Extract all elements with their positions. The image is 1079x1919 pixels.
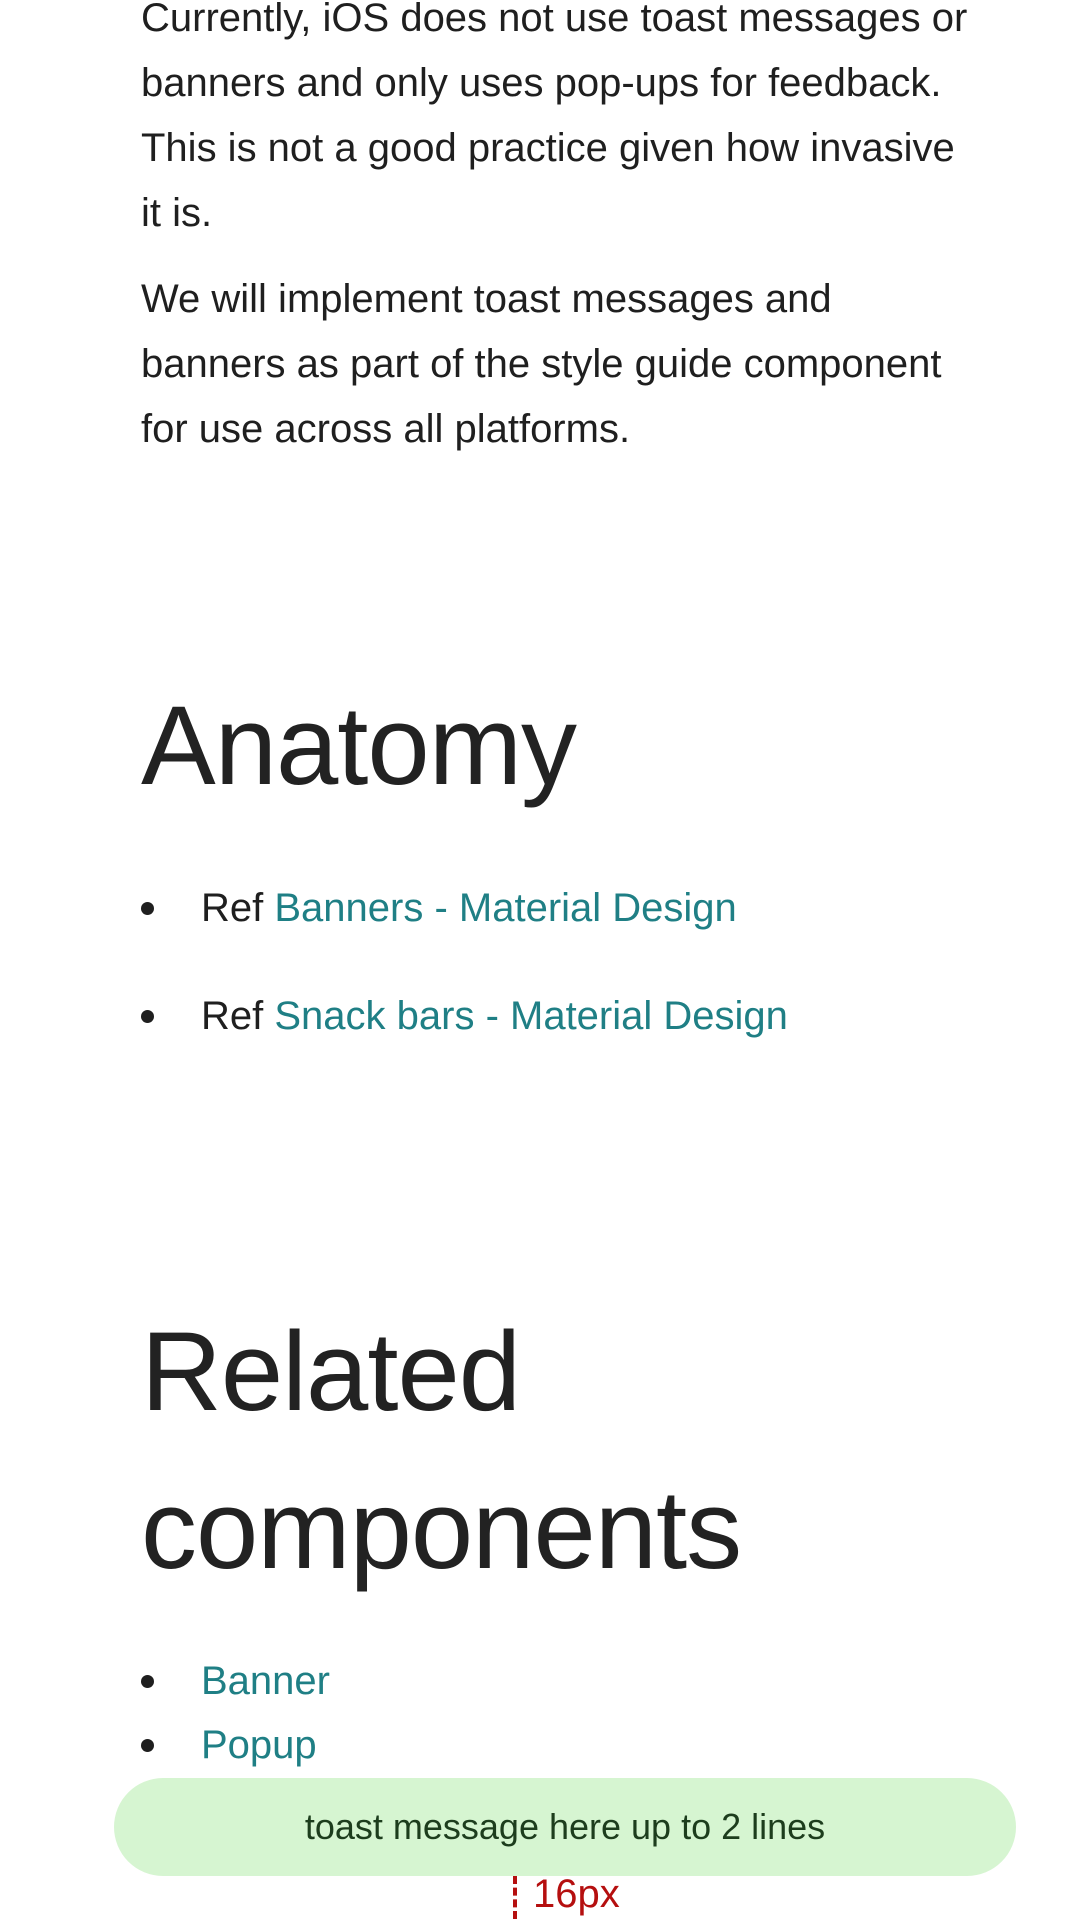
toast-message-text: toast message here up to 2 lines: [304, 1806, 826, 1847]
related-components-heading: Related components: [141, 1309, 742, 1592]
plan-paragraph: We will implement toast messages and ban…: [141, 277, 942, 451]
intro-paragraph: Currently, iOS does not use toast messag…: [141, 0, 968, 235]
ref-prefix: Ref: [201, 994, 275, 1038]
related-components-list: Banner Popup: [141, 1653, 330, 1781]
anatomy-heading: Anatomy: [141, 683, 577, 808]
bullet-icon: [141, 1675, 154, 1688]
bullet-icon: [141, 1739, 154, 1752]
spacing-indicator-line: [513, 1876, 517, 1919]
bullet-icon: [141, 902, 154, 915]
bullet-icon: [141, 1010, 154, 1023]
toast-message: toast message here up to 2 lines: [114, 1778, 1016, 1876]
popup-link[interactable]: Popup: [201, 1723, 317, 1767]
document-content: Currently, iOS does not use toast messag…: [141, 0, 971, 1767]
list-item: Ref Snack bars - Material Design: [141, 988, 788, 1044]
list-item: Ref Banners - Material Design: [141, 880, 788, 936]
snack-bars-material-design-link[interactable]: Snack bars - Material Design: [274, 994, 788, 1038]
banners-material-design-link[interactable]: Banners - Material Design: [274, 886, 736, 930]
spacing-indicator-label: 16px: [533, 1872, 620, 1916]
list-item: Banner: [141, 1653, 330, 1709]
ref-prefix: Ref: [201, 886, 275, 930]
anatomy-reference-list: Ref Banners - Material Design Ref Snack …: [141, 880, 788, 1096]
banner-link[interactable]: Banner: [201, 1659, 330, 1703]
list-item: Popup: [141, 1717, 330, 1773]
